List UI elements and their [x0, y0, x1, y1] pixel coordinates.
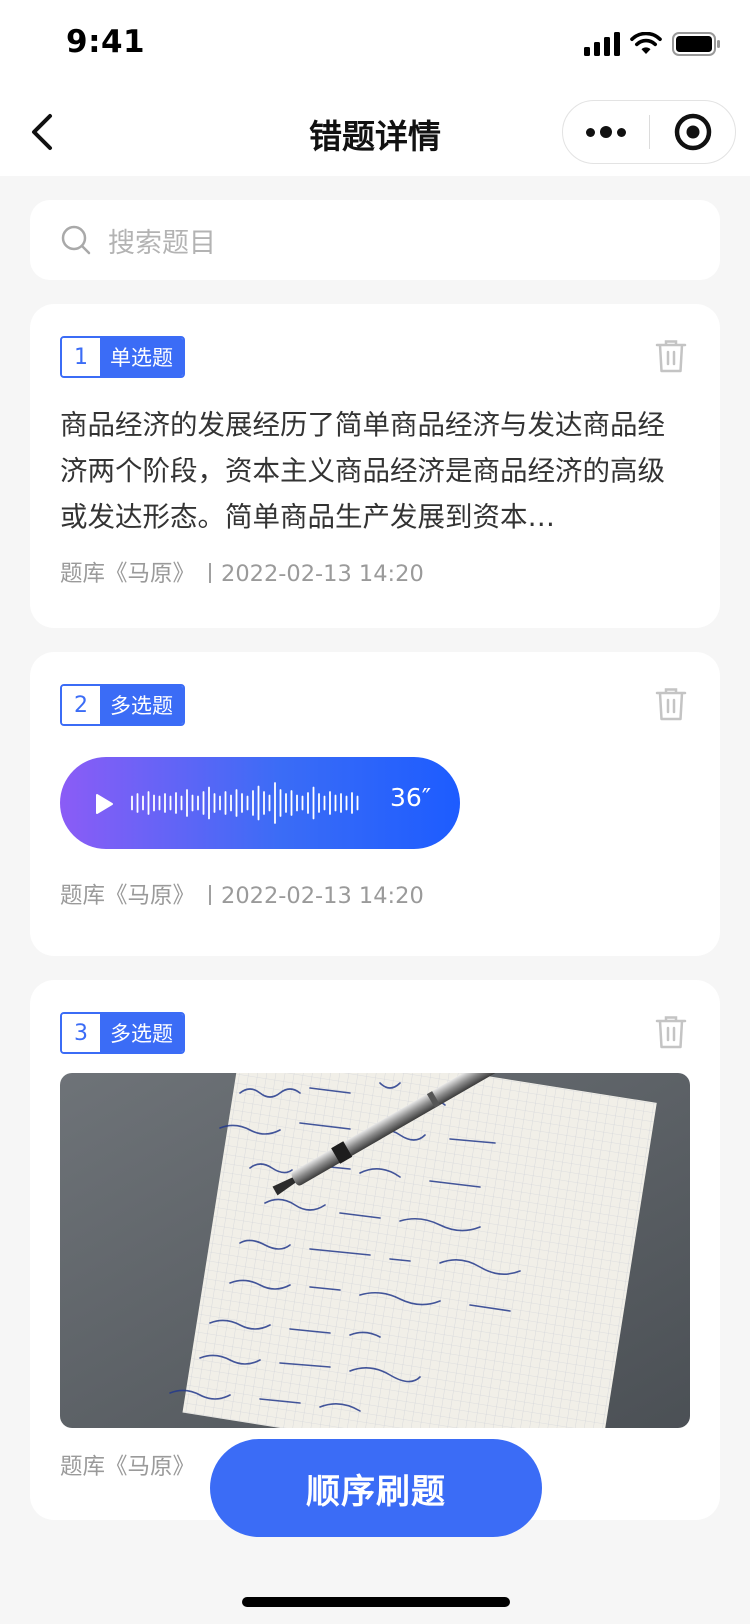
more-icon[interactable]	[563, 101, 649, 163]
search-placeholder: 搜索题目	[108, 227, 216, 259]
top-bar: 9:41 错题详情	[0, 0, 750, 176]
trash-icon[interactable]	[654, 686, 688, 722]
close-target-icon[interactable]	[650, 101, 735, 163]
question-number: 3	[62, 1014, 100, 1052]
wifi-icon	[630, 32, 662, 54]
cellular-signal-icon	[584, 32, 620, 56]
question-meta: 题库《马原》 2022-02-13 14:20	[60, 878, 424, 910]
voice-message[interactable]: 36″	[60, 757, 460, 849]
question-source: 题库《马原》	[60, 561, 196, 587]
play-icon[interactable]	[94, 793, 114, 815]
question-type: 多选题	[100, 686, 183, 724]
question-text: 商品经济的发展经历了简单商品经济与发达商品经济两个阶段，资本主义商品经济是商品经…	[60, 409, 665, 533]
trash-icon[interactable]	[654, 338, 688, 374]
battery-icon	[672, 32, 720, 56]
question-type: 多选题	[100, 1014, 183, 1052]
question-type: 单选题	[100, 338, 183, 376]
question-card[interactable]: 2 多选题 36″ 题库《马原》 2022-02-13 14:20	[30, 652, 720, 956]
search-input[interactable]: 搜索题目	[30, 200, 720, 280]
meta-divider	[209, 885, 212, 905]
search-icon	[61, 225, 91, 255]
trash-icon[interactable]	[654, 1014, 688, 1050]
question-tag: 1 单选题	[60, 336, 185, 378]
mini-program-capsule	[562, 100, 736, 164]
question-image[interactable]	[60, 1073, 690, 1428]
voice-duration: 36″	[390, 783, 432, 812]
question-source: 题库《马原》	[60, 883, 196, 909]
question-tag: 3 多选题	[60, 1012, 185, 1054]
status-time: 9:41	[66, 24, 146, 60]
sequential-practice-button[interactable]: 顺序刷题	[210, 1439, 542, 1537]
question-meta: 题库《马原》 2022-02-13 14:20	[60, 556, 424, 588]
question-tag: 2 多选题	[60, 684, 185, 726]
question-time: 2022-02-13 14:20	[221, 883, 424, 909]
question-time: 2022-02-13 14:20	[221, 561, 424, 587]
question-card[interactable]: 1 单选题 商品经济的发展经历了简单商品经济与发达商品经济两个阶段，资本主义商品…	[30, 304, 720, 628]
home-indicator	[242, 1597, 510, 1607]
meta-divider	[209, 563, 212, 583]
status-icons	[584, 30, 720, 58]
question-number: 1	[62, 338, 100, 376]
question-number: 2	[62, 686, 100, 724]
question-source: 题库《马原》	[60, 1454, 196, 1480]
question-meta: 题库《马原》	[60, 1449, 195, 1481]
waveform-icon	[131, 782, 359, 824]
handwritten-notes-image	[60, 1073, 690, 1428]
